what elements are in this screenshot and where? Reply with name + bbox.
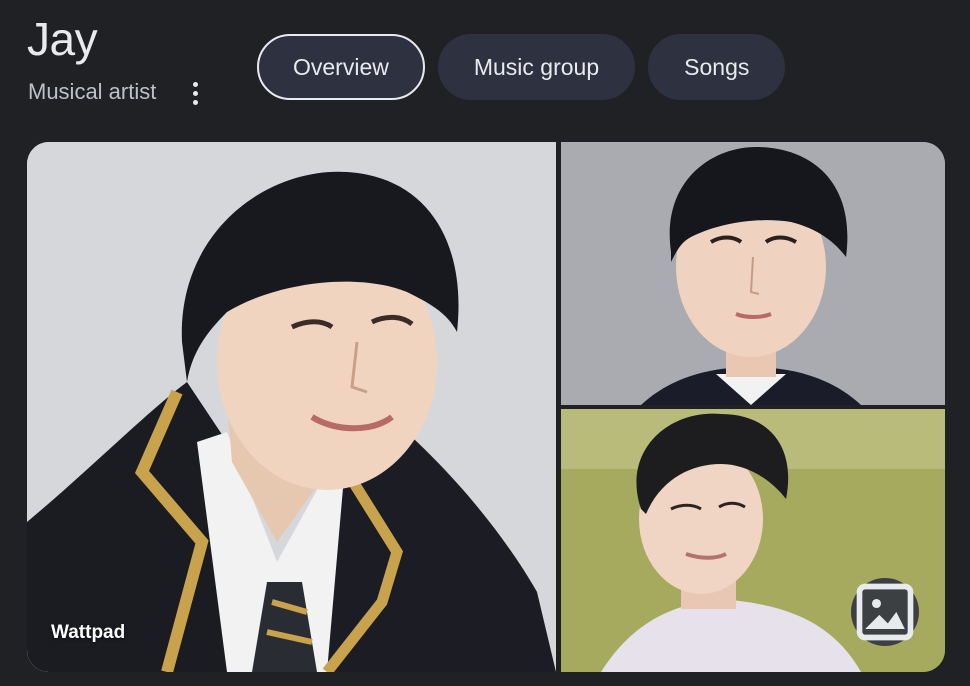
more-dot <box>192 81 198 87</box>
more-vert-icon[interactable] <box>183 80 207 106</box>
more-dot <box>192 90 198 96</box>
entity-title: Jay <box>27 13 98 65</box>
entity-subtitle: Musical artist <box>28 79 157 104</box>
view-images-button[interactable] <box>851 578 919 646</box>
portrait-image <box>27 142 556 672</box>
tab-chips: Overview Music group Songs <box>257 34 786 100</box>
image-source-label: Wattpad <box>51 622 126 643</box>
tab-overview[interactable]: Overview <box>257 34 425 100</box>
main-photo[interactable]: Wattpad <box>27 142 556 672</box>
image-gallery: Wattpad <box>27 142 945 672</box>
portrait-image <box>561 142 945 405</box>
image-icon <box>856 583 914 641</box>
knowledge-panel-header: Jay Musical artist Overview Music group … <box>0 0 970 130</box>
secondary-photo-bottom[interactable] <box>561 409 945 672</box>
tab-music-group[interactable]: Music group <box>437 34 636 100</box>
secondary-photo-top[interactable] <box>561 142 945 405</box>
more-dot <box>192 99 198 105</box>
tab-songs[interactable]: Songs <box>648 34 786 100</box>
